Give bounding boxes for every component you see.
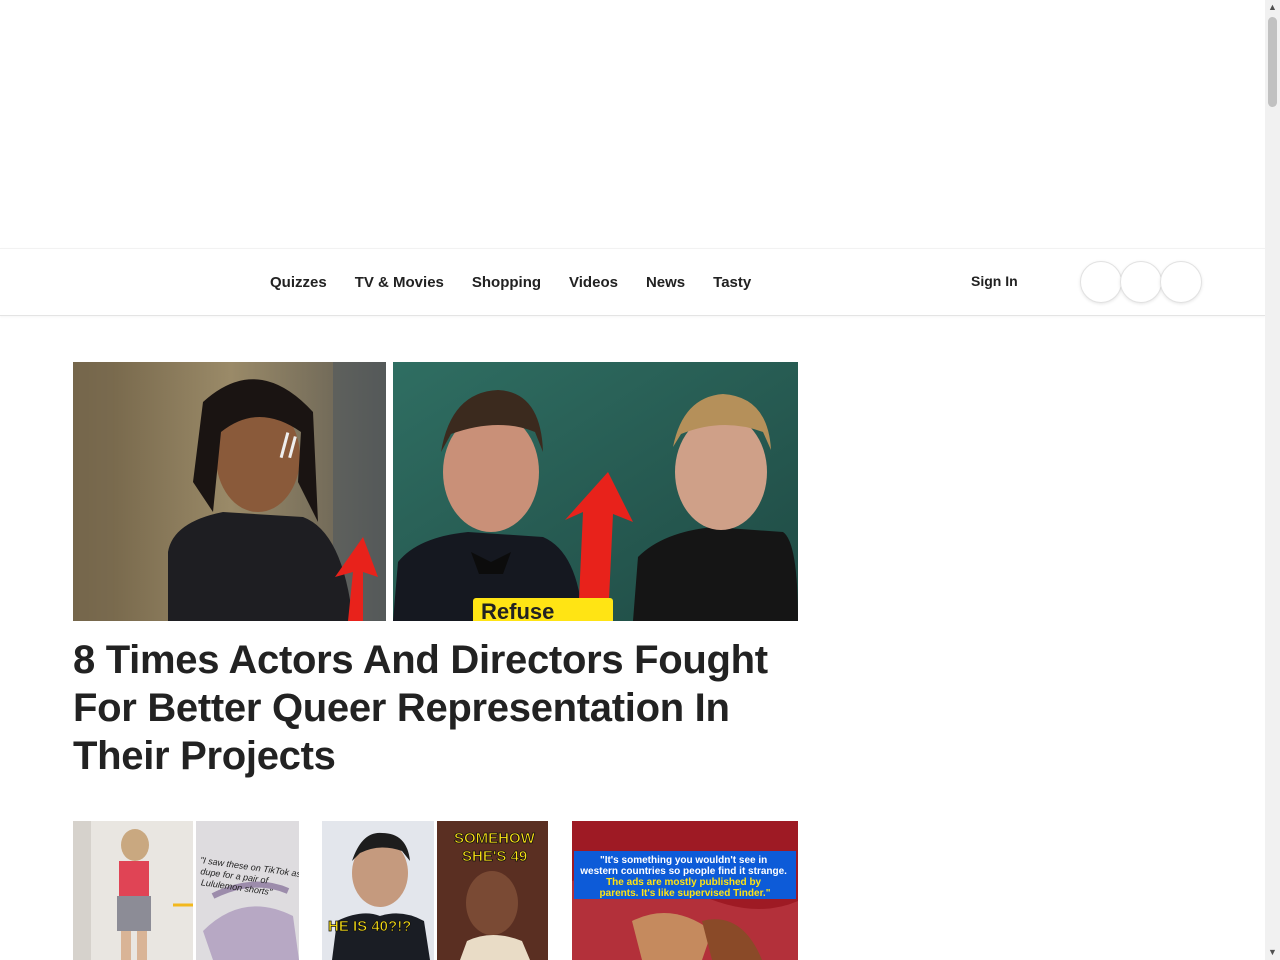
sign-in-link[interactable]: Sign In	[971, 273, 1018, 289]
nav-link-videos[interactable]: Videos	[569, 274, 618, 291]
thumbnail-3-caption-line-4: parents. It's like supervised Tinder."	[600, 888, 771, 899]
thumbnail-2-right-text-1: SOMEHOW	[454, 830, 536, 847]
nav-link-shopping[interactable]: Shopping	[472, 274, 541, 291]
hero-illustration: Refuse	[73, 362, 798, 621]
svg-text:"It's something you wouldn't s: "It's something you wouldn't see in west…	[579, 855, 790, 899]
top-navigation: Quizzes TV & Movies Shopping Videos News…	[0, 248, 1265, 316]
hero-divider	[386, 362, 393, 621]
thumbnail-3-caption-line-2: western countries so people find it stra…	[579, 866, 787, 877]
account-buttons	[1080, 261, 1202, 303]
thumbnail-1-illustration: "I saw these on TikTok as a dupe for a p…	[73, 821, 299, 960]
thumbnail-2[interactable]: HE IS 40?!? SOMEHOW SHE'S 49	[322, 821, 548, 960]
nav-link-tasty[interactable]: Tasty	[713, 274, 751, 291]
thumbnail-2-left-text: HE IS 40?!?	[328, 918, 411, 935]
headline[interactable]: 8 Times Actors And Directors Fought For …	[73, 636, 813, 780]
circle-button-2[interactable]	[1120, 261, 1162, 303]
scrollbar[interactable]: ▲ ▼	[1265, 0, 1280, 960]
thumbnail-3-illustration: "It's something you wouldn't see in west…	[572, 821, 798, 960]
nav-link-news[interactable]: News	[646, 274, 685, 291]
nav-links: Quizzes TV & Movies Shopping Videos News…	[270, 249, 779, 315]
thumbnail-3-caption-line-3: The ads are mostly published by	[606, 877, 761, 888]
circle-button-1[interactable]	[1080, 261, 1122, 303]
thumbnail-2-illustration: HE IS 40?!? SOMEHOW SHE'S 49	[322, 821, 548, 960]
nav-link-tv-movies[interactable]: TV & Movies	[355, 274, 444, 291]
scroll-up-arrow-icon[interactable]: ▲	[1265, 0, 1280, 15]
scroll-down-arrow-icon[interactable]: ▼	[1265, 945, 1280, 960]
thumbnail-3-caption-line-1: "It's something you wouldn't see in	[600, 855, 767, 866]
thumbnail-3[interactable]: "It's something you wouldn't see in west…	[572, 821, 798, 960]
nav-link-quizzes[interactable]: Quizzes	[270, 274, 327, 291]
circle-button-3[interactable]	[1160, 261, 1202, 303]
hero-caption-text: Refuse	[481, 599, 554, 621]
scrollbar-thumb[interactable]	[1268, 17, 1277, 107]
thumbnail-1[interactable]: "I saw these on TikTok as a dupe for a p…	[73, 821, 299, 960]
ad-slot	[0, 0, 1265, 248]
hero-image[interactable]: Refuse	[73, 362, 798, 621]
thumbnail-2-right-text-2: SHE'S 49	[462, 848, 527, 865]
